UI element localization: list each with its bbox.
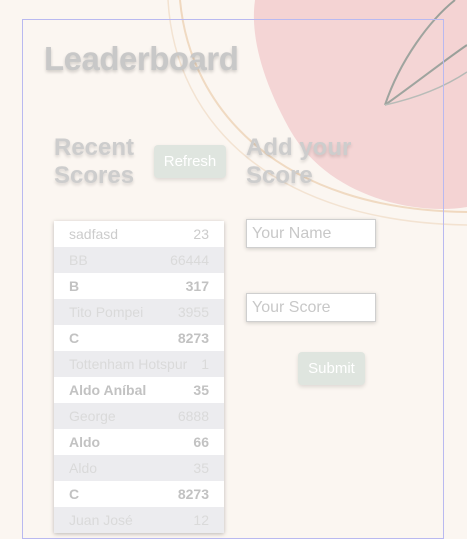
score-row-score: 1 [201, 356, 209, 372]
score-row: Aldo 66 [54, 429, 224, 455]
score-row-score: 3955 [177, 304, 209, 320]
page-title: Leaderboard [44, 40, 239, 77]
score-row-score: 317 [185, 278, 209, 294]
score-row: Aldo Aníbal 35 [54, 377, 224, 403]
add-score-heading: Add your Score [246, 134, 351, 190]
score-row-score: 12 [193, 512, 209, 528]
score-row-name: Aldo [69, 434, 101, 450]
score-row: C 8273 [54, 481, 224, 507]
score-row-name: George [69, 408, 116, 424]
score-row-score: 6888 [177, 408, 209, 424]
score-row-score: 35 [193, 382, 209, 398]
score-row: Tito Pompei 3955 [54, 299, 224, 325]
score-row-name: BB [69, 252, 88, 268]
score-row-score: 66 [193, 434, 209, 450]
refresh-button[interactable]: Refresh [154, 145, 226, 178]
score-row: sadfasd 23 [54, 221, 224, 247]
score-row-score: 66444 [170, 252, 209, 268]
score-row: C 8273 [54, 325, 224, 351]
recent-scores-heading-line1: Recent [54, 134, 135, 161]
score-row-name: C [69, 330, 80, 346]
add-score-heading-line2: Score [246, 162, 313, 189]
score-row-name: Juan José [69, 512, 133, 528]
name-input[interactable] [246, 219, 376, 248]
submit-button[interactable]: Submit [298, 352, 365, 385]
score-row: George 6888 [54, 403, 224, 429]
add-score-heading-line1: Add your [246, 134, 352, 161]
score-input[interactable] [246, 293, 376, 322]
score-row-name: sadfasd [69, 226, 119, 242]
score-row-name: B [69, 278, 80, 294]
score-row-name: Tito Pompei [69, 304, 144, 320]
score-row: Aldo 35 [54, 455, 224, 481]
score-row: Juan José 12 [54, 507, 224, 533]
score-row-score: 8273 [177, 486, 209, 502]
score-row: Tottenham Hotspur 1 [54, 351, 224, 377]
score-row-name: Tottenham Hotspur [69, 356, 188, 372]
recent-scores-heading: Recent Scores [54, 134, 134, 190]
score-row-score: 8273 [177, 330, 209, 346]
score-row-score: 23 [193, 226, 209, 242]
score-row-name: Aldo Aníbal [69, 382, 147, 398]
score-row: BB 66444 [54, 247, 224, 273]
score-row-name: Aldo [69, 460, 98, 476]
score-row: B 317 [54, 273, 224, 299]
recent-scores-list: sadfasd 23 BB 66444 B 317 Tito Pompei 3955 C 8273… [54, 221, 224, 533]
recent-scores-heading-line2: Scores [54, 162, 135, 189]
score-row-name: C [69, 486, 80, 502]
score-row-score: 35 [193, 460, 209, 476]
